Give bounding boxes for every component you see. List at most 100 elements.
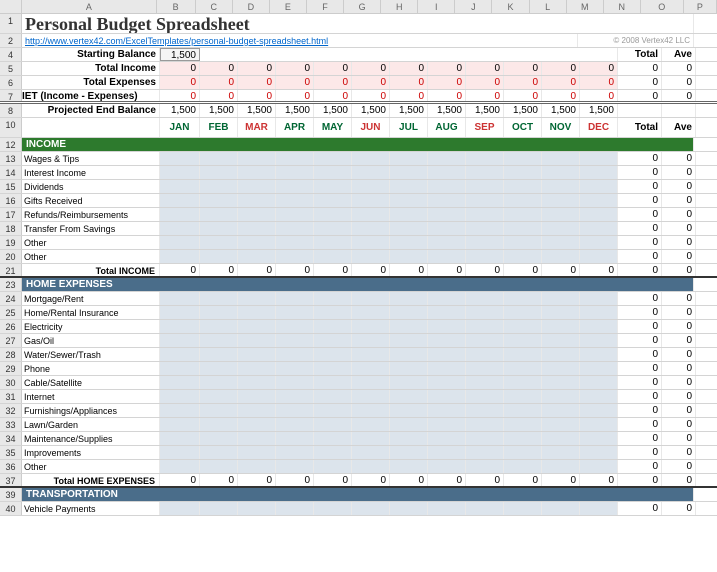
summary-cell[interactable]: 0 [466, 76, 504, 89]
data-cell[interactable] [276, 460, 314, 473]
summary-cell[interactable]: 0 [466, 62, 504, 75]
data-cell[interactable] [542, 166, 580, 179]
data-cell[interactable] [238, 460, 276, 473]
data-cell[interactable] [314, 348, 352, 361]
data-cell[interactable] [390, 166, 428, 179]
data-cell[interactable] [352, 446, 390, 459]
data-cell[interactable] [160, 236, 200, 249]
data-cell[interactable] [466, 362, 504, 375]
data-cell[interactable] [390, 180, 428, 193]
data-cell[interactable] [314, 502, 352, 515]
data-cell[interactable] [580, 446, 618, 459]
data-cell[interactable] [314, 208, 352, 221]
data-cell[interactable] [542, 390, 580, 403]
data-cell[interactable] [200, 208, 238, 221]
data-cell[interactable] [238, 194, 276, 207]
summary-cell[interactable]: 0 [466, 90, 504, 101]
data-cell[interactable] [504, 166, 542, 179]
data-cell[interactable] [276, 292, 314, 305]
data-cell[interactable] [504, 180, 542, 193]
summary-cell[interactable]: 0 [504, 62, 542, 75]
data-cell[interactable] [200, 348, 238, 361]
data-cell[interactable] [276, 334, 314, 347]
data-cell[interactable] [160, 460, 200, 473]
data-cell[interactable] [428, 334, 466, 347]
data-cell[interactable] [238, 404, 276, 417]
data-cell[interactable] [580, 334, 618, 347]
data-cell[interactable] [504, 250, 542, 263]
data-cell[interactable] [428, 362, 466, 375]
data-cell[interactable] [200, 320, 238, 333]
data-cell[interactable] [504, 502, 542, 515]
data-cell[interactable] [160, 250, 200, 263]
data-cell[interactable] [390, 236, 428, 249]
data-cell[interactable] [276, 432, 314, 445]
data-cell[interactable] [580, 362, 618, 375]
data-cell[interactable] [428, 460, 466, 473]
data-cell[interactable] [160, 418, 200, 431]
data-cell[interactable] [160, 376, 200, 389]
data-cell[interactable] [200, 166, 238, 179]
data-cell[interactable] [428, 320, 466, 333]
data-cell[interactable] [542, 348, 580, 361]
data-cell[interactable] [504, 152, 542, 165]
summary-cell[interactable]: 0 [542, 62, 580, 75]
data-cell[interactable] [314, 292, 352, 305]
summary-cell[interactable]: 0 [200, 62, 238, 75]
data-cell[interactable] [276, 306, 314, 319]
data-cell[interactable] [238, 152, 276, 165]
data-cell[interactable] [580, 502, 618, 515]
data-cell[interactable] [352, 390, 390, 403]
summary-cell[interactable]: 0 [428, 90, 466, 101]
data-cell[interactable] [466, 222, 504, 235]
data-cell[interactable] [542, 432, 580, 445]
data-cell[interactable] [542, 180, 580, 193]
data-cell[interactable] [314, 390, 352, 403]
data-cell[interactable] [200, 236, 238, 249]
data-cell[interactable] [580, 222, 618, 235]
data-cell[interactable] [352, 208, 390, 221]
data-cell[interactable] [238, 362, 276, 375]
summary-cell[interactable]: 0 [504, 76, 542, 89]
data-cell[interactable] [466, 208, 504, 221]
data-cell[interactable] [160, 320, 200, 333]
summary-cell[interactable]: 0 [390, 90, 428, 101]
summary-cell[interactable]: 0 [276, 62, 314, 75]
data-cell[interactable] [314, 180, 352, 193]
summary-cell[interactable]: 0 [314, 90, 352, 101]
data-cell[interactable] [352, 306, 390, 319]
data-cell[interactable] [504, 222, 542, 235]
data-cell[interactable] [580, 194, 618, 207]
data-cell[interactable] [352, 166, 390, 179]
data-cell[interactable] [580, 306, 618, 319]
data-cell[interactable] [390, 502, 428, 515]
data-cell[interactable] [466, 390, 504, 403]
data-cell[interactable] [580, 180, 618, 193]
data-cell[interactable] [466, 348, 504, 361]
data-cell[interactable] [238, 348, 276, 361]
data-cell[interactable] [542, 292, 580, 305]
summary-cell[interactable]: 0 [160, 76, 200, 89]
data-cell[interactable] [390, 292, 428, 305]
data-cell[interactable] [238, 502, 276, 515]
data-cell[interactable] [238, 334, 276, 347]
data-cell[interactable] [276, 166, 314, 179]
data-cell[interactable] [504, 390, 542, 403]
data-cell[interactable] [504, 348, 542, 361]
data-cell[interactable] [390, 362, 428, 375]
summary-cell[interactable]: 0 [200, 90, 238, 101]
data-cell[interactable] [200, 418, 238, 431]
data-cell[interactable] [580, 236, 618, 249]
data-cell[interactable] [276, 390, 314, 403]
data-cell[interactable] [238, 418, 276, 431]
data-cell[interactable] [580, 348, 618, 361]
data-cell[interactable] [504, 432, 542, 445]
summary-cell[interactable]: 0 [160, 90, 200, 101]
data-cell[interactable] [466, 460, 504, 473]
data-cell[interactable] [314, 362, 352, 375]
data-cell[interactable] [428, 222, 466, 235]
data-cell[interactable] [542, 152, 580, 165]
data-cell[interactable] [160, 432, 200, 445]
data-cell[interactable] [580, 432, 618, 445]
data-cell[interactable] [466, 236, 504, 249]
